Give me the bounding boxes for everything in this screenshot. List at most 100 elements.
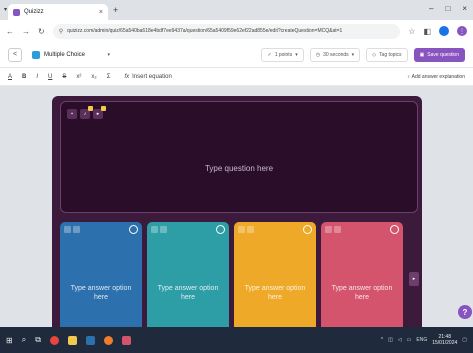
option-tools <box>325 226 341 233</box>
editor-header: < Multiple Choice ▾ ✓ 1 points ▾ ◷ 30 se… <box>0 42 473 68</box>
forward-arrow-icon[interactable]: → <box>22 27 30 36</box>
delete-icon[interactable] <box>151 226 158 233</box>
correct-answer-radio[interactable] <box>129 225 138 234</box>
clock-date: 15/01/2024 <box>432 340 458 346</box>
question-media-tools: ▪ ♪ ▸ <box>67 106 106 119</box>
image-icon[interactable] <box>73 226 80 233</box>
strikethrough-button[interactable]: S <box>62 74 66 80</box>
correct-answer-radio[interactable] <box>390 225 399 234</box>
answer-option-input[interactable]: Type answer option here <box>321 284 403 302</box>
help-button[interactable]: ? <box>458 305 472 319</box>
tag-topics-label: Tag topics <box>379 51 402 58</box>
audio-icon[interactable]: ♪ <box>80 106 93 119</box>
image-icon[interactable] <box>247 226 254 233</box>
windows-start-icon[interactable]: ⊞ <box>6 336 13 345</box>
chevron-up-icon[interactable]: ^ <box>381 337 383 343</box>
chevron-down-icon: ▾ <box>107 51 110 58</box>
image-icon[interactable]: ▪ <box>67 109 77 119</box>
tag-topics-button[interactable]: ◇ Tag topics <box>366 47 408 62</box>
save-icon: ▣ <box>419 51 425 58</box>
volume-icon[interactable]: ◁ <box>398 337 402 343</box>
delete-icon[interactable] <box>325 226 332 233</box>
timer-dropdown[interactable]: ◷ 30 seconds ▾ <box>309 47 361 62</box>
chrome-app-icon[interactable] <box>49 335 59 345</box>
search-icon[interactable]: ⌕ <box>22 335 26 345</box>
timer-label: 30 seconds <box>323 51 349 58</box>
site-info-icon[interactable]: ⚲ <box>59 28 63 35</box>
image-icon[interactable] <box>334 226 341 233</box>
insert-equation-button[interactable]: fx Insert equation <box>124 74 171 80</box>
sidebar-icon[interactable]: ◧ <box>423 27 431 36</box>
minimize-button[interactable]: – <box>429 4 433 13</box>
answer-option-input[interactable]: Type answer option here <box>234 284 316 302</box>
system-tray: ^ ◫ ◁ ▭ ENG 21:48 15/01/2024 ▢ <box>381 334 467 346</box>
reload-icon[interactable]: ↻ <box>38 27 45 36</box>
question-type-label: Multiple Choice <box>44 51 86 58</box>
points-dropdown[interactable]: ✓ 1 points ▾ <box>261 47 304 62</box>
url-bar[interactable]: ⚲ quizizz.com/admin/quiz/65a540ba618e4bd… <box>52 23 401 39</box>
symbol-button[interactable]: Σ <box>107 74 111 80</box>
add-explanation-label: Add answer explanation <box>411 73 465 80</box>
taskbar-clock[interactable]: 21:48 15/01/2024 <box>432 334 457 346</box>
question-box[interactable]: ▪ ♪ ▸ Type question here <box>60 101 418 213</box>
check-icon: ✓ <box>267 51 272 58</box>
back-arrow-icon[interactable]: ← <box>6 27 14 36</box>
tab-close-icon[interactable]: × <box>99 9 103 16</box>
new-tab-button[interactable]: + <box>113 5 118 15</box>
windows-taskbar: ⊞ ⌕ ⧉ ^ ◫ ◁ ▭ ENG 21:48 15/01/2024 ▢ <box>0 327 473 353</box>
subscript-button[interactable]: x₂ <box>91 74 96 80</box>
network-icon[interactable]: ◫ <box>388 337 393 343</box>
underline-button[interactable]: U <box>48 74 52 80</box>
answer-option-input[interactable]: Type answer option here <box>147 284 229 302</box>
answer-option-input[interactable]: Type answer option here <box>60 284 142 302</box>
question-input[interactable]: Type question here <box>61 164 417 173</box>
window-controls: – □ × <box>429 4 467 13</box>
browser-tabbar: ▾ Quizizz × + – □ × <box>0 0 473 20</box>
tab-title: Quizizz <box>24 9 44 15</box>
function-icon: fx <box>124 73 130 80</box>
file-explorer-icon[interactable] <box>67 335 77 345</box>
browser-tab-quizizz[interactable]: Quizizz × <box>8 4 108 20</box>
editor-back-button[interactable]: < <box>8 47 22 62</box>
delete-icon[interactable] <box>64 226 71 233</box>
delete-icon[interactable] <box>238 226 245 233</box>
editor-header-actions: ✓ 1 points ▾ ◷ 30 seconds ▾ ◇ Tag topics… <box>261 47 465 62</box>
task-view-icon[interactable]: ⧉ <box>35 335 41 345</box>
new-badge <box>101 106 106 111</box>
add-option-button[interactable]: ▸ <box>409 272 419 286</box>
video-icon[interactable]: ▸ <box>93 106 106 119</box>
firefox-app-icon[interactable] <box>103 335 113 345</box>
app-icon[interactable] <box>121 335 131 345</box>
option-tools <box>238 226 254 233</box>
image-icon[interactable] <box>160 226 167 233</box>
profile-avatar-icon[interactable] <box>439 26 449 36</box>
tab-search-icon[interactable]: ▾ <box>4 6 7 13</box>
bookmark-star-icon[interactable]: ☆ <box>408 27 415 36</box>
close-window-button[interactable]: × <box>462 4 467 13</box>
italic-button[interactable]: I <box>36 74 38 80</box>
chevron-down-icon: ▾ <box>295 51 298 58</box>
points-label: 1 points <box>274 51 293 58</box>
store-app-icon[interactable] <box>85 335 95 345</box>
save-question-button[interactable]: ▣ Save question <box>413 47 465 62</box>
bold-button[interactable]: B <box>22 74 26 80</box>
superscript-button[interactable]: x² <box>76 74 81 80</box>
browser-toolbar-icons: ☆ ◧ ⋮ <box>408 26 467 36</box>
tag-icon: ◇ <box>372 51 377 58</box>
extension-icon[interactable]: ⋮ <box>457 26 467 36</box>
lightbulb-icon: ♁ <box>406 73 411 80</box>
url-text: quizizz.com/admin/quiz/65a540ba618e4bdf7… <box>67 28 343 34</box>
formatting-toolbar: A B I U S x² x₂ Σ fx Insert equation ♁ A… <box>0 68 473 86</box>
language-indicator[interactable]: ENG <box>416 337 427 343</box>
correct-answer-radio[interactable] <box>216 225 225 234</box>
question-type-dropdown[interactable]: Multiple Choice ▾ <box>28 48 114 62</box>
notifications-icon[interactable]: ▢ <box>462 337 467 343</box>
battery-icon[interactable]: ▭ <box>407 337 412 343</box>
text-color-button[interactable]: A <box>8 74 12 80</box>
quizizz-favicon-icon <box>13 8 20 16</box>
correct-answer-radio[interactable] <box>303 225 312 234</box>
address-bar-row: ← → ↻ ⚲ quizizz.com/admin/quiz/65a540ba6… <box>0 20 473 42</box>
add-explanation-button[interactable]: ♁ Add answer explanation <box>407 74 465 80</box>
save-label: Save question <box>427 51 459 58</box>
maximize-button[interactable]: □ <box>445 4 450 13</box>
